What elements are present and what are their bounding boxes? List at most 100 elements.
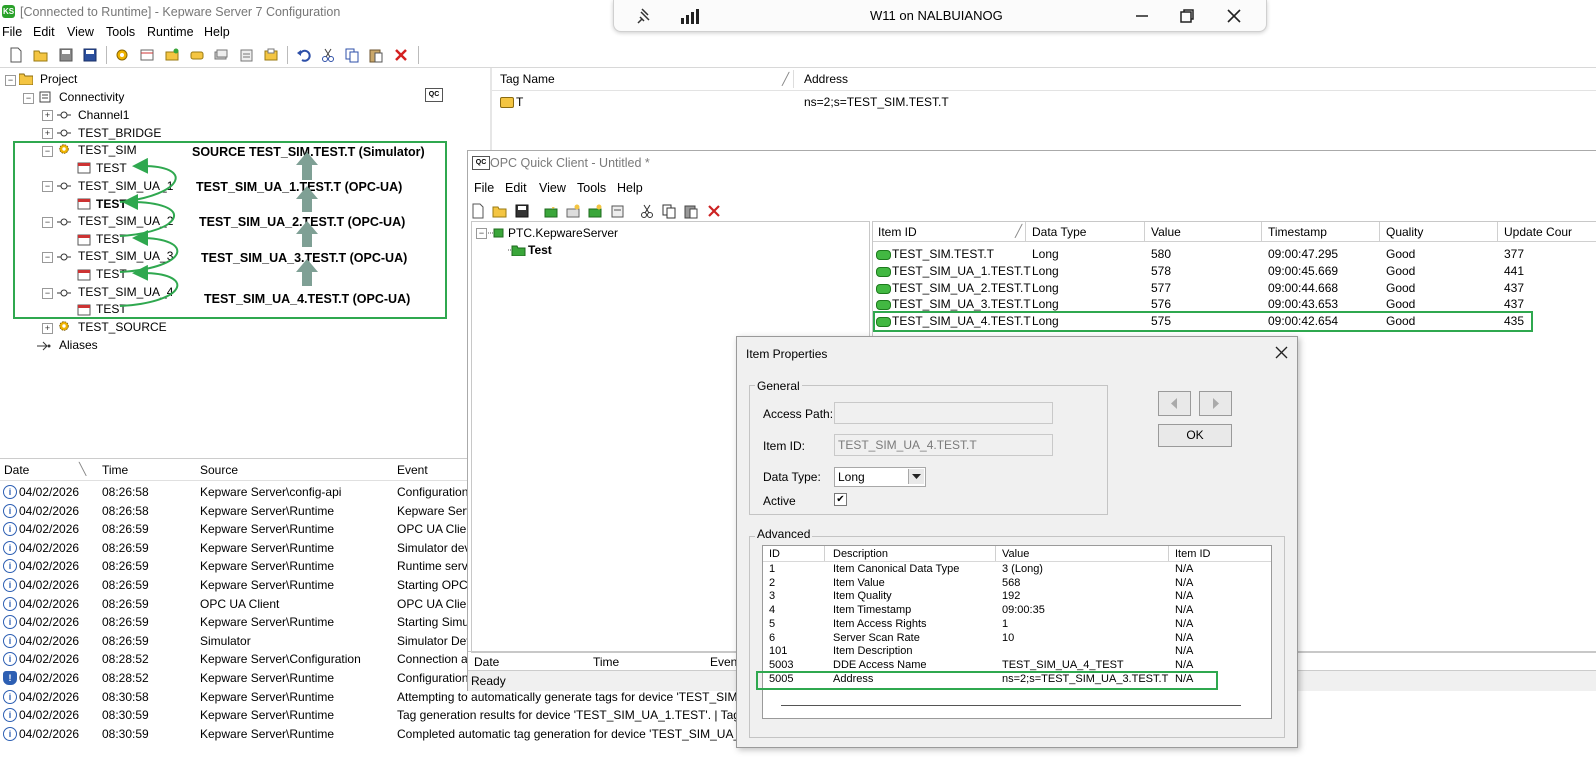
col-data-type[interactable]: Data Type xyxy=(1032,225,1086,239)
qc-menu-tools[interactable]: Tools xyxy=(577,181,606,195)
event-time-cell: 08:26:59 xyxy=(102,578,149,592)
col-value[interactable]: Value xyxy=(1151,225,1181,239)
qc-tree-group[interactable]: Test xyxy=(528,243,552,257)
col-source[interactable]: Source xyxy=(200,463,238,477)
horizontal-scrollbar[interactable] xyxy=(781,705,1241,706)
col-update-count[interactable]: Update Cour xyxy=(1504,225,1572,239)
tag-name-cell[interactable]: T xyxy=(516,95,523,109)
advanced-property-row[interactable]: 5 Item Access Rights 1 N/A xyxy=(763,618,1271,632)
active-checkbox[interactable]: ✔ xyxy=(834,493,847,506)
advanced-desc-cell: Item Value xyxy=(833,576,885,589)
advanced-property-row[interactable]: 101 Item Description N/A xyxy=(763,645,1271,659)
close-icon[interactable] xyxy=(1275,346,1288,359)
col-date[interactable]: Date xyxy=(4,463,29,477)
adv-col-description[interactable]: Description xyxy=(833,548,888,560)
column-divider xyxy=(793,70,794,88)
qc-item-quality-cell: Good xyxy=(1386,247,1416,261)
col-time[interactable]: Time xyxy=(102,463,128,477)
adv-col-value[interactable]: Value xyxy=(1002,548,1029,560)
event-event-cell: Kepware Serv xyxy=(397,503,473,518)
copy-icon[interactable] xyxy=(661,203,677,219)
col-address[interactable]: Address xyxy=(804,72,848,86)
column-divider xyxy=(1379,222,1380,241)
column-divider xyxy=(1497,222,1498,241)
qc-item-row[interactable]: TEST_SIM.TEST.T Long 580 09:00:47.295 Good 37… xyxy=(873,247,1596,264)
advanced-value-cell: 192 xyxy=(1002,590,1021,603)
cut-icon[interactable] xyxy=(639,203,655,219)
col-item-id[interactable]: Item ID xyxy=(878,225,917,239)
ok-button[interactable]: OK xyxy=(1158,424,1232,447)
sort-indicator: ╲ xyxy=(79,462,87,476)
restore-icon[interactable] xyxy=(1179,8,1195,24)
event-event-cell: Simulator dev xyxy=(397,540,471,555)
event-time-cell: 08:30:58 xyxy=(102,689,149,704)
advanced-id-cell: 5 xyxy=(769,617,776,630)
new-group-icon[interactable] xyxy=(565,203,581,219)
event-time-cell: 08:26:59 xyxy=(102,596,149,611)
new-icon[interactable] xyxy=(470,203,486,219)
advanced-property-row[interactable]: 1 Item Canonical Data Type 3 (Long) N/A xyxy=(763,563,1271,577)
info-icon: i xyxy=(3,503,17,518)
qc-col-time[interactable]: Time xyxy=(593,655,619,669)
advanced-property-row[interactable]: 2 Item Value 568 N/A xyxy=(763,577,1271,591)
close-icon[interactable] xyxy=(1226,8,1242,24)
new-item-icon[interactable] xyxy=(587,203,603,219)
event-time-cell: 08:28:52 xyxy=(102,652,149,667)
tag-address-cell[interactable]: ns=2;s=TEST_SIM.TEST.T xyxy=(804,95,949,109)
event-date-cell: 04/02/2026 xyxy=(19,578,80,592)
dialog-title: Item Properties xyxy=(746,347,828,361)
qc-col-date[interactable]: Date xyxy=(474,655,499,669)
qc-item-id-cell: TEST_SIM_UA_3.TEST.T xyxy=(892,297,1031,312)
sort-indicator: ╱ xyxy=(782,72,790,86)
adv-col-id[interactable]: ID xyxy=(769,548,780,560)
advanced-value-cell: 10 xyxy=(1002,631,1015,644)
qc-menu-help[interactable]: Help xyxy=(617,181,643,195)
qc-menu-file[interactable]: File xyxy=(474,181,494,195)
col-quality[interactable]: Quality xyxy=(1386,225,1423,239)
advanced-desc-cell: Item Canonical Data Type xyxy=(833,563,960,575)
qc-menu-view[interactable]: View xyxy=(539,181,566,195)
item-id-field[interactable]: TEST_SIM_UA_4.TEST.T xyxy=(834,434,1053,456)
new-server-icon[interactable] xyxy=(543,203,559,219)
qc-item-type-cell: Long xyxy=(1032,297,1059,312)
data-type-select[interactable]: Long xyxy=(834,467,926,487)
item-properties-dialog: Item Properties General Access Path: Ite… xyxy=(736,336,1298,748)
advanced-property-row[interactable]: 6 Server Scan Rate 10 N/A xyxy=(763,632,1271,646)
event-log-row[interactable]: i 04/02/2026 08:30:59 Kepware Server\Runtim… xyxy=(0,725,783,744)
column-divider xyxy=(1025,222,1026,241)
save-icon[interactable] xyxy=(514,203,530,219)
properties-icon[interactable] xyxy=(609,203,625,219)
advanced-property-row[interactable]: 3 Item Quality 192 N/A xyxy=(763,590,1271,604)
advanced-property-row[interactable]: 4 Item Timestamp 09:00:35 N/A xyxy=(763,604,1271,618)
open-icon[interactable] xyxy=(492,203,508,219)
qc-tree-server[interactable]: PTC.KepwareServer xyxy=(508,226,618,240)
info-icon: i xyxy=(3,522,17,537)
tree-expander[interactable]: − xyxy=(476,228,487,239)
qc-item-row[interactable]: TEST_SIM_UA_1.TEST.T Long 578 09:00:45.669 G… xyxy=(873,264,1596,281)
event-time-cell: 08:26:58 xyxy=(102,503,149,518)
next-item-button[interactable] xyxy=(1199,391,1232,416)
access-path-field[interactable] xyxy=(834,402,1053,424)
column-divider xyxy=(1261,222,1262,241)
pin-icon[interactable] xyxy=(636,7,654,25)
annotation-box-address xyxy=(756,671,1218,690)
item-id-label: Item ID: xyxy=(763,439,806,453)
column-divider xyxy=(995,546,996,561)
minimize-icon[interactable] xyxy=(1134,8,1150,24)
col-timestamp[interactable]: Timestamp xyxy=(1268,225,1327,239)
col-tag-name[interactable]: Tag Name xyxy=(500,72,555,86)
dropdown-button[interactable] xyxy=(908,469,924,484)
event-event-cell: Starting OPC xyxy=(397,578,468,592)
previous-item-button[interactable] xyxy=(1158,391,1191,416)
sort-indicator: ╱ xyxy=(1015,224,1023,238)
info-icon: i xyxy=(3,708,17,723)
adv-col-item-id[interactable]: Item ID xyxy=(1175,548,1210,560)
qc-item-row[interactable]: TEST_SIM_UA_2.TEST.T Long 577 09:00:44.668 G… xyxy=(873,281,1596,298)
col-event[interactable]: Event xyxy=(397,463,428,477)
event-log-row[interactable]: i 04/02/2026 08:30:59 Kepware Server\Runtim… xyxy=(0,706,773,725)
qc-menu-edit[interactable]: Edit xyxy=(505,181,527,195)
delete-icon[interactable] xyxy=(706,203,722,219)
paste-icon[interactable] xyxy=(683,203,699,219)
event-event-cell: Tag generation results for device 'TEST_… xyxy=(397,708,773,723)
qc-list-header: Item ID ╱ Data Type Value Timestamp Qual… xyxy=(873,222,1596,242)
